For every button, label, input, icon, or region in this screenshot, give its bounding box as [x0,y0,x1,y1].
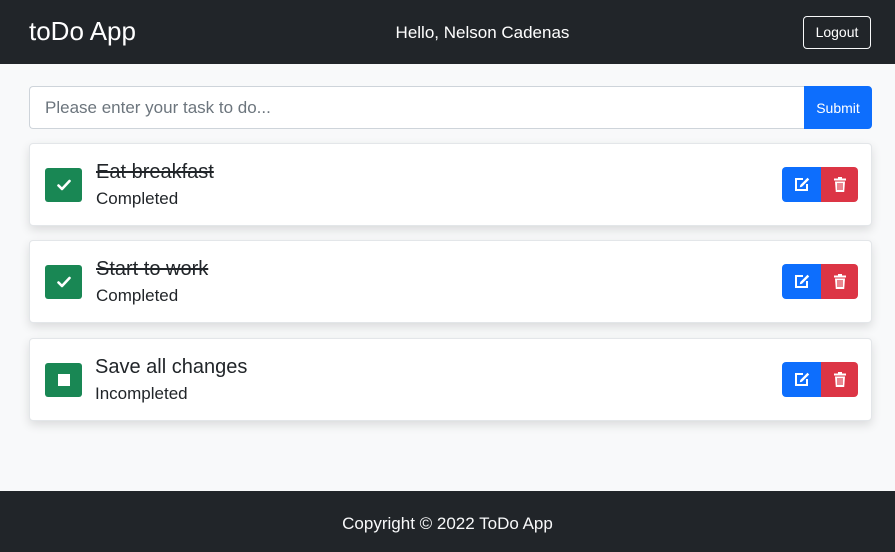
delete-button[interactable] [821,264,858,299]
trash-icon [833,177,846,192]
check-icon [56,276,71,288]
user-greeting: Hello, Nelson Cadenas [395,23,570,42]
task-title: Save all changes [95,356,248,378]
logout-button[interactable]: Logout [803,16,871,49]
copyright-text: Copyright © 2022 ToDo App [342,514,553,533]
edit-icon [794,274,809,288]
task-item: Save all changes Incompleted [29,338,872,421]
submit-button[interactable]: Submit [804,86,872,129]
check-icon [56,179,71,191]
task-item: Eat breakfast Completed [29,143,872,226]
task-toggle[interactable] [45,363,82,397]
task-actions [782,264,858,299]
task-input[interactable] [29,86,804,129]
navbar: toDo App Hello, Nelson Cadenas Logout [0,0,895,64]
task-status: Completed [96,286,179,305]
delete-button[interactable] [821,362,858,397]
task-form: Submit [29,86,872,129]
trash-icon [833,274,846,289]
task-title: Eat breakfast [96,161,214,183]
footer: Copyright © 2022 ToDo App [0,491,895,552]
task-title: Start to work [96,258,209,280]
edit-button[interactable] [782,362,821,397]
trash-icon [833,372,846,387]
edit-icon [794,177,809,191]
square-icon [57,374,70,386]
edit-button[interactable] [782,167,821,202]
task-toggle[interactable] [45,168,82,202]
delete-button[interactable] [821,167,858,202]
task-toggle[interactable] [45,265,82,299]
task-status: Completed [96,189,179,208]
edit-button[interactable] [782,264,821,299]
task-actions [782,167,858,202]
task-status: Incompleted [95,384,188,403]
edit-icon [794,372,809,386]
task-actions [782,362,858,397]
task-item: Start to work Completed [29,240,872,323]
